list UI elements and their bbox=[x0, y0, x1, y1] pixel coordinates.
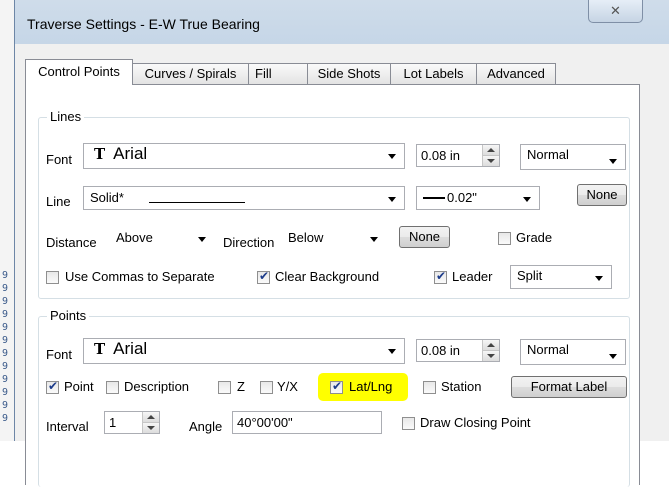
direction-none-button[interactable]: None bbox=[399, 226, 450, 248]
line-weight-sample bbox=[423, 197, 445, 199]
tab-curves-spirals[interactable]: Curves / Spirals bbox=[132, 63, 249, 84]
line-type-sample bbox=[149, 202, 245, 203]
lines-font-size-spinner[interactable]: 0.08 in bbox=[416, 144, 500, 167]
chevron-down-icon bbox=[595, 276, 603, 281]
latlng-label: Lat/Lng bbox=[349, 379, 393, 394]
angle-value: 40°00'00" bbox=[237, 415, 293, 430]
points-font-style-select[interactable]: Normal bbox=[520, 339, 626, 365]
points-font-select[interactable]: 𝐓 Arial bbox=[83, 338, 405, 364]
lines-group-label: Lines bbox=[47, 109, 85, 124]
direction-label: Direction bbox=[223, 235, 275, 250]
use-commas-checkbox[interactable] bbox=[46, 271, 59, 284]
lines-font-style-select[interactable]: Normal bbox=[520, 144, 626, 170]
station-checkbox[interactable] bbox=[423, 381, 436, 394]
line-type-select[interactable]: Solid* bbox=[83, 186, 405, 210]
chevron-down-icon bbox=[370, 237, 378, 242]
lines-font-style-value: Normal bbox=[527, 147, 569, 162]
points-font-size-value: 0.08 in bbox=[421, 343, 461, 358]
interval-value: 1 bbox=[109, 415, 117, 430]
spin-down-icon[interactable] bbox=[143, 423, 159, 433]
interval-label: Interval bbox=[46, 419, 89, 434]
point-checkbox[interactable] bbox=[46, 379, 59, 394]
spin-up-icon[interactable] bbox=[143, 412, 159, 423]
chevron-down-icon bbox=[388, 154, 396, 159]
interval-spinner[interactable]: 1 bbox=[104, 411, 160, 434]
truetype-font-icon: 𝐓 bbox=[94, 145, 106, 163]
dialog-client-area: Control Points Curves / Spirals Fill Sid… bbox=[15, 44, 669, 487]
spin-up-icon[interactable] bbox=[483, 340, 499, 351]
background-window-edge: 999 999 999 999 bbox=[0, 0, 14, 441]
distance-label: Distance bbox=[46, 235, 97, 250]
lines-font-select[interactable]: 𝐓 Arial bbox=[83, 143, 405, 169]
clear-background-checkbox[interactable] bbox=[257, 269, 270, 284]
chevron-down-icon bbox=[609, 159, 617, 164]
control-points-panel: Lines Font 𝐓 Arial 0.08 in Normal Line So… bbox=[25, 84, 640, 487]
line-weight-value: 0.02" bbox=[447, 190, 477, 205]
close-icon: ✕ bbox=[610, 3, 621, 18]
distance-select[interactable]: Above bbox=[112, 227, 214, 250]
direction-select[interactable]: Below bbox=[284, 227, 386, 250]
chevron-down-icon bbox=[609, 354, 617, 359]
draw-closing-label: Draw Closing Point bbox=[420, 415, 531, 430]
draw-closing-checkbox[interactable] bbox=[402, 417, 415, 430]
points-font-style-value: Normal bbox=[527, 342, 569, 357]
z-label: Z bbox=[237, 379, 245, 394]
points-group-label: Points bbox=[47, 308, 90, 323]
grade-label: Grade bbox=[516, 230, 553, 245]
tab-fill[interactable]: Fill bbox=[248, 63, 308, 84]
line-label: Line bbox=[46, 194, 71, 209]
points-font-size-spinner[interactable]: 0.08 in bbox=[416, 339, 500, 362]
direction-value: Below bbox=[288, 230, 324, 245]
point-label: Point bbox=[64, 379, 94, 394]
grade-checkbox[interactable] bbox=[498, 232, 511, 245]
tab-lot-labels[interactable]: Lot Labels bbox=[390, 63, 477, 84]
spin-down-icon[interactable] bbox=[483, 156, 499, 166]
line-weight-select[interactable]: 0.02" bbox=[416, 186, 540, 210]
latlng-checkbox[interactable] bbox=[330, 379, 343, 394]
traverse-settings-dialog: Traverse Settings - E-W True Bearing ✕ C… bbox=[14, 0, 669, 487]
line-type-value: Solid* bbox=[90, 190, 124, 205]
leader-select[interactable]: Split bbox=[510, 265, 612, 289]
line-none-button[interactable]: None bbox=[577, 184, 627, 206]
truetype-font-icon: 𝐓 bbox=[94, 340, 106, 358]
tab-control-points[interactable]: Control Points bbox=[25, 59, 133, 85]
description-checkbox[interactable] bbox=[106, 381, 119, 394]
window-title: Traverse Settings - E-W True Bearing bbox=[27, 16, 260, 32]
close-button[interactable]: ✕ bbox=[588, 0, 643, 23]
description-label: Description bbox=[124, 379, 190, 394]
chevron-down-icon bbox=[523, 197, 531, 202]
z-checkbox[interactable] bbox=[218, 381, 231, 394]
lines-font-label: Font bbox=[46, 152, 73, 167]
leader-checkbox[interactable] bbox=[434, 269, 447, 284]
station-label: Station bbox=[441, 379, 482, 394]
yx-label: Y/X bbox=[277, 379, 298, 394]
lines-font-value: Arial bbox=[113, 144, 148, 163]
points-font-value: Arial bbox=[113, 339, 148, 358]
points-font-label: Font bbox=[46, 347, 73, 362]
angle-input[interactable]: 40°00'00" bbox=[232, 411, 382, 434]
tab-advanced[interactable]: Advanced bbox=[476, 63, 556, 84]
use-commas-label: Use Commas to Separate bbox=[65, 269, 215, 284]
chevron-down-icon bbox=[388, 197, 396, 202]
angle-label: Angle bbox=[189, 419, 223, 434]
chevron-down-icon bbox=[388, 349, 396, 354]
yx-checkbox[interactable] bbox=[260, 381, 273, 394]
tab-side-shots[interactable]: Side Shots bbox=[307, 63, 391, 84]
format-label-button[interactable]: Format Label bbox=[511, 376, 627, 398]
spin-up-icon[interactable] bbox=[483, 145, 499, 156]
leader-value: Split bbox=[517, 268, 543, 283]
distance-value: Above bbox=[116, 230, 153, 245]
chevron-down-icon bbox=[198, 237, 206, 242]
clear-background-label: Clear Background bbox=[275, 269, 380, 284]
lines-font-size-value: 0.08 in bbox=[421, 148, 461, 163]
leader-label: Leader bbox=[452, 269, 493, 284]
spin-down-icon[interactable] bbox=[483, 351, 499, 361]
